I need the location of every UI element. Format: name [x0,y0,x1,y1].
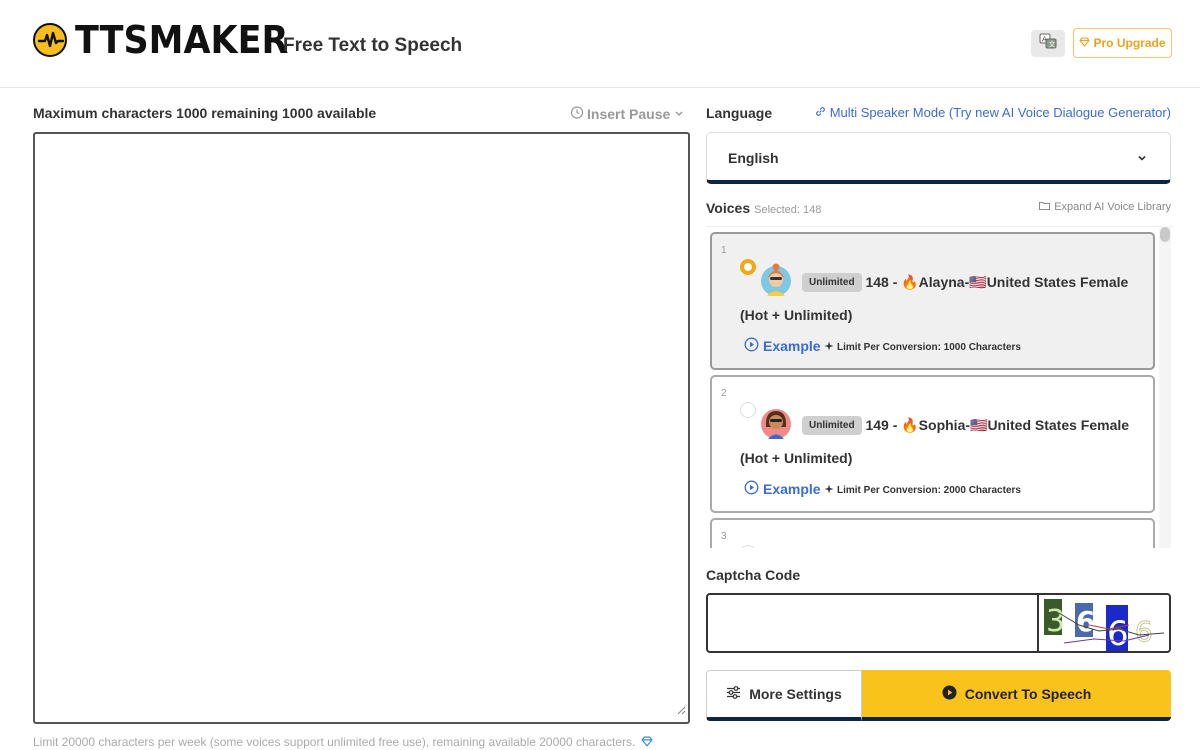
captcha-image-text-binding: 3666 [1169,595,1170,596]
voice-card[interactable]: 2 Unlimited 149 - 🔥Sophia-🇺🇸United State… [710,375,1155,513]
play-circle-icon [744,337,759,355]
play-circle-icon [942,685,957,703]
voice-title: Unlimited 149 - 🔥Sophia-🇺🇸United States … [740,409,1145,475]
voice-number: 2 [721,388,727,399]
example-play-button[interactable]: Example [744,480,821,498]
soundwave-icon [33,23,67,57]
chevron-down-icon [1136,151,1148,169]
voices-selected-count: Selected: 148 [754,204,822,216]
chevron-down-icon [673,106,685,122]
voice-number: 1 [721,245,727,256]
convert-to-speech-button[interactable]: Convert To Speech [862,670,1171,721]
conversion-limit-text: Limit Per Conversion: 2000 Characters [837,485,1021,496]
svg-text:文: 文 [1049,40,1056,49]
voice-title: Unlimited 148 - 🔥Alayna-🇺🇸United States … [740,266,1145,332]
translate-icon: A 文 [1039,33,1057,54]
language-select[interactable]: English [706,132,1171,184]
pro-upgrade-button[interactable]: Pro Upgrade [1073,28,1172,58]
sliders-icon [726,686,741,702]
language-switch-button[interactable]: A 文 [1031,30,1065,57]
voices-label-text: Voices [706,200,751,216]
voice-list-scrollbar[interactable] [1159,226,1171,548]
multi-speaker-link[interactable]: Multi Speaker Mode (Try new AI Voice Dia… [815,105,1171,120]
voices-label: Voices Selected: 148 [706,200,821,216]
captcha-label: Captcha Code [706,567,801,583]
play-circle-icon [744,480,759,498]
unlimited-badge: Unlimited [802,416,862,435]
timer-icon [570,105,584,122]
diamond-icon[interactable] [639,735,653,749]
weekly-limit-note: Limit 20000 characters per week (some vo… [33,735,653,749]
svg-text:3: 3 [1046,604,1065,639]
svg-text:6: 6 [1135,615,1153,648]
resize-handle-icon[interactable] [676,702,686,720]
conversion-limit: Limit Per Conversion: 2000 Characters [824,484,1021,497]
insert-pause-label: Insert Pause [587,105,671,122]
voice-card[interactable]: 1 Unlimited 148 - 🔥Alayna-🇺🇸United State… [710,232,1155,370]
svg-text:A: A [1042,36,1047,44]
more-settings-label: More Settings [749,686,842,702]
pro-upgrade-label: Pro Upgrade [1093,36,1166,50]
expand-voice-library-button[interactable]: Expand AI Voice Library [1039,201,1171,213]
folder-icon [1039,201,1051,213]
insert-pause-dropdown[interactable]: Insert Pause [570,105,685,122]
captcha-image-graphic: 3666 3 6 6 6 [1044,599,1165,653]
logo-text: TTSMAKER [75,18,289,62]
conversion-limit-text: Limit Per Conversion: 1000 Characters [837,342,1021,353]
language-selected-value: English [728,150,779,166]
text-input-area[interactable] [33,132,690,724]
sparkle-icon [824,341,834,354]
voice-list-scrollbar-thumb[interactable] [1160,227,1170,242]
conversion-limit: Limit Per Conversion: 1000 Characters [824,341,1021,354]
example-label: Example [763,338,821,354]
captcha-image[interactable]: 3666 3 6 6 6 3666 [1039,593,1171,653]
voice-card[interactable]: 3 [710,518,1155,548]
voice-title-text: 149 - 🔥Sophia-🇺🇸United States Female (Ho… [740,417,1130,466]
link-icon [815,105,826,120]
convert-to-speech-label: Convert To Speech [964,685,1092,702]
sparkle-icon [824,484,834,497]
svg-text:6: 6 [1076,605,1095,638]
example-label: Example [763,481,821,497]
multi-speaker-link-text: Multi Speaker Mode (Try new AI Voice Dia… [829,105,1171,120]
diamond-icon [1079,36,1091,50]
svg-text:6: 6 [1107,614,1129,653]
page-title: Free Text to Speech [283,35,463,56]
captcha-input[interactable] [706,593,1039,653]
character-limit-info: Maximum characters 1000 remaining 1000 a… [33,105,377,121]
voice-number: 3 [721,531,727,542]
header: TTSMAKER Free Text to Speech A 文 Pro Upg… [0,0,1200,88]
language-label: Language [706,105,773,121]
voice-title-text: 148 - 🔥Alayna-🇺🇸United States Female (Ho… [740,274,1129,323]
more-settings-button[interactable]: More Settings [706,670,862,721]
voice-list[interactable]: 1 Unlimited 148 - 🔥Alayna-🇺🇸United State… [706,226,1173,548]
expand-voice-library-label: Expand AI Voice Library [1054,201,1171,213]
logo[interactable]: TTSMAKER [33,21,307,59]
weekly-limit-text: Limit 20000 characters per week (some vo… [33,735,636,749]
unlimited-badge: Unlimited [802,273,862,292]
example-play-button[interactable]: Example [744,337,821,355]
voice-radio[interactable] [740,545,756,548]
